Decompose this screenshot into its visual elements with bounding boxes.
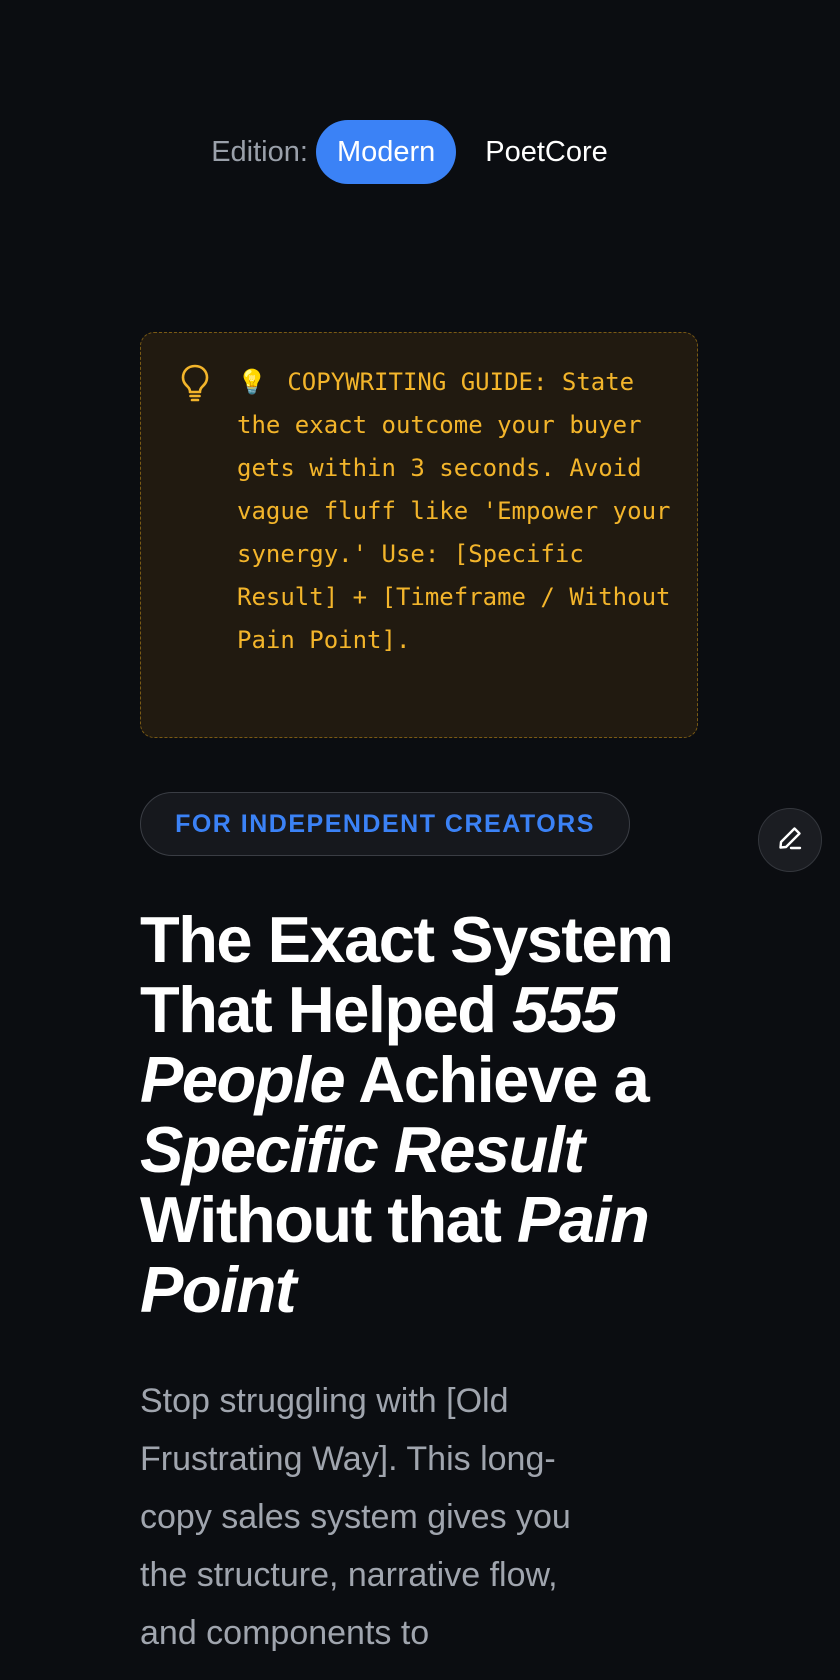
edit-button[interactable] (758, 808, 822, 872)
bulb-emoji: 💡 (237, 368, 267, 396)
headline-text-2: Achieve a (344, 1043, 650, 1116)
edition-poetcore-button[interactable]: PoetCore (464, 120, 629, 184)
page: Edition: Modern PoetCore 💡 COPYWRITING G… (0, 0, 840, 1680)
subheadline: Stop struggling with [Old Frustrating Wa… (140, 1382, 571, 1652)
copywriting-guide-callout: 💡 COPYWRITING GUIDE: State the exact out… (140, 332, 698, 738)
lightbulb-icon (179, 363, 211, 403)
edition-switcher: Edition: Modern PoetCore (0, 120, 840, 184)
headline-emphasis-2: Specific Result (140, 1113, 585, 1186)
edition-modern-button[interactable]: Modern (315, 120, 457, 184)
guide-text: 💡 COPYWRITING GUIDE: State the exact out… (237, 361, 677, 662)
headline-text-3: Without that (140, 1183, 518, 1256)
edition-label: Edition: (211, 135, 308, 168)
pencil-icon (777, 825, 803, 856)
guide-body: COPYWRITING GUIDE: State the exact outco… (237, 368, 671, 654)
headline: The Exact System That Helped 555 People … (140, 905, 700, 1325)
audience-badge: FOR INDEPENDENT CREATORS (140, 792, 630, 856)
